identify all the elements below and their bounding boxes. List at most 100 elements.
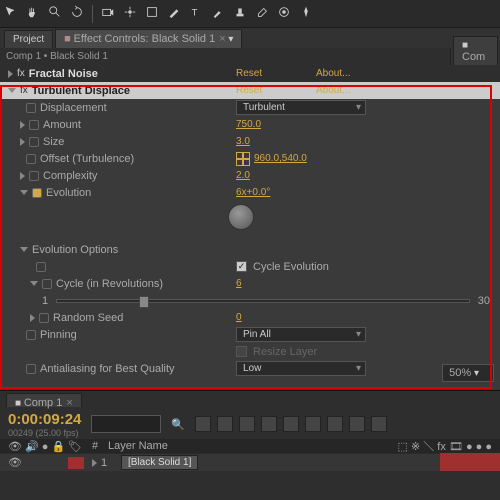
- close-icon[interactable]: ×: [66, 397, 72, 409]
- collapse-icon[interactable]: [20, 190, 28, 195]
- search-input[interactable]: [91, 415, 161, 433]
- icon-8[interactable]: [349, 416, 365, 432]
- amount-value[interactable]: 750.0: [236, 119, 261, 130]
- icon-7[interactable]: [327, 416, 343, 432]
- evolution-knob[interactable]: [228, 204, 254, 230]
- about-link[interactable]: About...: [316, 85, 350, 96]
- icon-1[interactable]: [195, 416, 211, 432]
- text-tool-icon[interactable]: T: [189, 5, 203, 22]
- shape-tool-icon[interactable]: [145, 5, 159, 22]
- timecode-sub: 00249 (25.00 fps): [8, 428, 81, 438]
- effect-turbulent-displace[interactable]: fxTurbulent Displace Reset About...: [0, 82, 500, 99]
- expand-icon[interactable]: [30, 314, 35, 322]
- tab-comp-right[interactable]: ■ Com: [453, 36, 498, 66]
- stopwatch-icon[interactable]: [39, 313, 49, 323]
- collapse-icon[interactable]: [30, 281, 38, 286]
- timeline-icons: [195, 416, 492, 432]
- pin-tool-icon[interactable]: [299, 5, 313, 22]
- expand-icon[interactable]: [8, 70, 13, 78]
- collapse-icon[interactable]: [8, 88, 16, 93]
- anchor-tool-icon[interactable]: [123, 5, 137, 22]
- layer-name[interactable]: [Black Solid 1]: [121, 455, 198, 470]
- breadcrumb: Comp 1 • Black Solid 1: [0, 48, 500, 65]
- cycle-value[interactable]: 6: [236, 278, 242, 289]
- prop-offset: Offset (Turbulence)960.0,540.0: [0, 150, 500, 167]
- prop-resize-layer: Resize Layer: [0, 343, 500, 360]
- prop-pinning: PinningPin All: [0, 326, 500, 343]
- stopwatch-icon[interactable]: [32, 188, 42, 198]
- timeline-panel: ■ Comp 1× 0:00:09:2400249 (25.00 fps) 🔍 …: [0, 390, 500, 500]
- stopwatch-icon[interactable]: [26, 364, 36, 374]
- tab-project[interactable]: Project: [4, 30, 53, 48]
- icon-9[interactable]: [371, 416, 387, 432]
- icon-6[interactable]: [305, 416, 321, 432]
- cycle-slider[interactable]: [56, 299, 470, 303]
- slider-max: 30: [478, 295, 490, 307]
- svg-text:T: T: [192, 8, 198, 19]
- stamp-tool-icon[interactable]: [233, 5, 247, 22]
- about-link[interactable]: About...: [316, 68, 350, 79]
- stopwatch-icon[interactable]: [36, 262, 46, 272]
- hand-tool-icon[interactable]: [26, 5, 40, 22]
- displacement-select[interactable]: Turbulent: [236, 100, 366, 115]
- expand-icon[interactable]: [20, 138, 25, 146]
- expand-icon[interactable]: [92, 459, 97, 467]
- stopwatch-icon[interactable]: [26, 330, 36, 340]
- complexity-value[interactable]: 2.0: [236, 170, 250, 181]
- stopwatch-icon[interactable]: [42, 279, 52, 289]
- size-value[interactable]: 3.0: [236, 136, 250, 147]
- stopwatch-icon[interactable]: [26, 154, 36, 164]
- visibility-icon[interactable]: 👁: [8, 456, 68, 469]
- evolution-value[interactable]: 6x+0.0°: [236, 187, 270, 198]
- prop-displacement: DisplacementTurbulent: [0, 99, 500, 116]
- offset-value[interactable]: 960.0,540.0: [254, 153, 307, 164]
- prop-random-seed: Random Seed0: [0, 309, 500, 326]
- brush-tool-icon[interactable]: [211, 5, 225, 22]
- timeline-columns: 👁 🔊 ● 🔒🏷#Layer Name⬚ ※ ＼ fx 🎞 ● ● ●: [0, 439, 500, 453]
- roto-tool-icon[interactable]: [277, 5, 291, 22]
- rotate-tool-icon[interactable]: [70, 5, 84, 22]
- icon-5[interactable]: [283, 416, 299, 432]
- prop-antialiasing: Antialiasing for Best QualityLow: [0, 360, 500, 377]
- icon-4[interactable]: [261, 416, 277, 432]
- reset-link[interactable]: Reset: [236, 68, 316, 79]
- random-seed-value[interactable]: 0: [236, 312, 242, 323]
- expand-icon[interactable]: [20, 172, 25, 180]
- prop-cycle-evolution: ✓Cycle Evolution: [0, 258, 500, 275]
- slider-min: 1: [42, 295, 48, 307]
- layer-color[interactable]: [68, 457, 84, 469]
- effect-fractal-noise[interactable]: fxFractal Noise Reset About...: [0, 65, 500, 82]
- cycle-slider-row: 1 30: [0, 292, 500, 309]
- tab-timeline-comp[interactable]: ■ Comp 1×: [6, 393, 82, 407]
- zoom-select[interactable]: 50% ▾: [442, 364, 494, 382]
- cycle-evolution-checkbox[interactable]: ✓: [236, 261, 247, 272]
- collapse-icon[interactable]: [20, 247, 28, 252]
- prop-size: Size3.0: [0, 133, 500, 150]
- camera-tool-icon[interactable]: [101, 5, 115, 22]
- layer-row[interactable]: 👁1[Black Solid 1]⬚ ／ fx ▾: [0, 453, 500, 471]
- icon-3[interactable]: [239, 416, 255, 432]
- stopwatch-icon[interactable]: [26, 103, 36, 113]
- icon-2[interactable]: [217, 416, 233, 432]
- crosshair-icon[interactable]: [236, 152, 250, 166]
- close-icon[interactable]: ×: [219, 33, 225, 45]
- stopwatch-icon[interactable]: [29, 120, 39, 130]
- timecode[interactable]: 0:00:09:24: [8, 411, 81, 428]
- tab-effect-controls[interactable]: ■ Effect Controls: Black Solid 1× ▾: [55, 29, 242, 48]
- pen-tool-icon[interactable]: [167, 5, 181, 22]
- prop-cycle-revolutions: Cycle (in Revolutions)6: [0, 275, 500, 292]
- selection-tool-icon[interactable]: [4, 5, 18, 22]
- reset-link[interactable]: Reset: [236, 85, 316, 96]
- prop-evolution: Evolution6x+0.0°: [0, 184, 500, 201]
- zoom-tool-icon[interactable]: [48, 5, 62, 22]
- layer-bar[interactable]: [440, 453, 500, 471]
- effect-controls-panel: fxFractal Noise Reset About... fxTurbule…: [0, 65, 500, 377]
- pinning-select[interactable]: Pin All: [236, 327, 366, 342]
- stopwatch-icon[interactable]: [29, 171, 39, 181]
- fx-icon: ■: [64, 33, 71, 45]
- antialiasing-select[interactable]: Low: [236, 361, 366, 376]
- stopwatch-icon[interactable]: [29, 137, 39, 147]
- search-icon[interactable]: 🔍: [171, 418, 185, 431]
- expand-icon[interactable]: [20, 121, 25, 129]
- eraser-tool-icon[interactable]: [255, 5, 269, 22]
